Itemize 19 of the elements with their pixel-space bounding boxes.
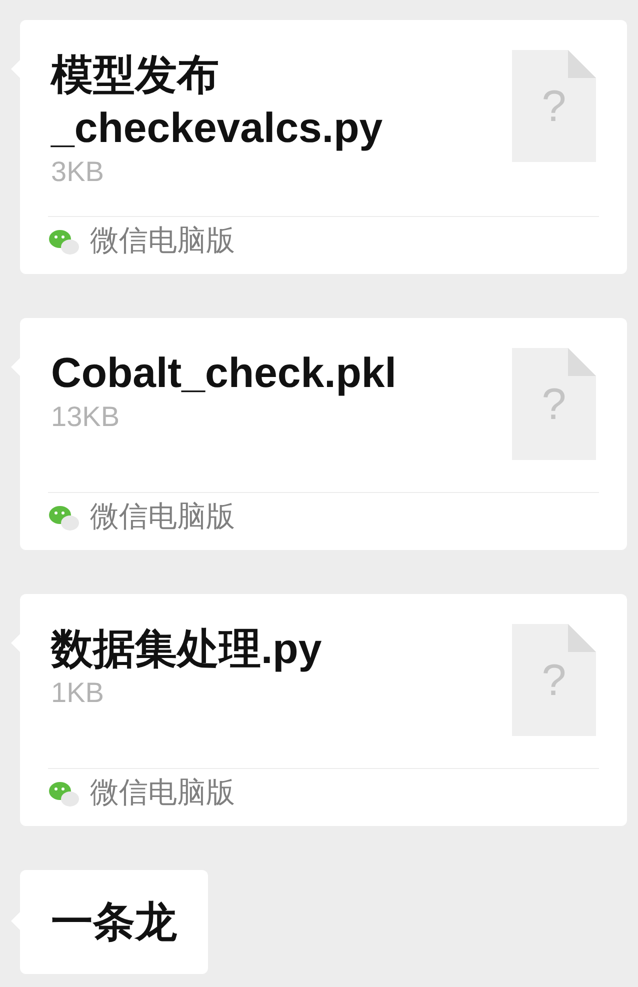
file-message[interactable]: 模型发布_checkevalcs.py 3KB ? 微信电脑版 <box>20 20 627 274</box>
file-message[interactable]: Cobalt_check.pkl 13KB ? 微信电脑版 <box>20 318 627 550</box>
file-icon: ? <box>512 348 596 460</box>
chat-bubbles-icon <box>48 780 80 808</box>
file-size: 3KB <box>51 155 105 189</box>
file-icon: ? <box>512 50 596 162</box>
file-size: 1KB <box>51 676 105 710</box>
text-message: 一条龙 <box>20 870 208 974</box>
file-message[interactable]: 数据集处理.py 1KB ? 微信电脑版 <box>20 594 627 826</box>
file-name: 数据集处理.py <box>51 624 323 674</box>
file-name: Cobalt_check.pkl <box>51 348 398 398</box>
file-size: 13KB <box>51 400 120 434</box>
file-name: 模型发布_checkevalcs.py <box>51 50 384 153</box>
source-label: 微信电脑版 <box>90 500 235 535</box>
chat-bubbles-icon <box>48 228 80 256</box>
source-label: 微信电脑版 <box>90 776 235 811</box>
source-label: 微信电脑版 <box>90 224 235 259</box>
file-icon: ? <box>512 624 596 736</box>
chat-bubbles-icon <box>48 504 80 532</box>
